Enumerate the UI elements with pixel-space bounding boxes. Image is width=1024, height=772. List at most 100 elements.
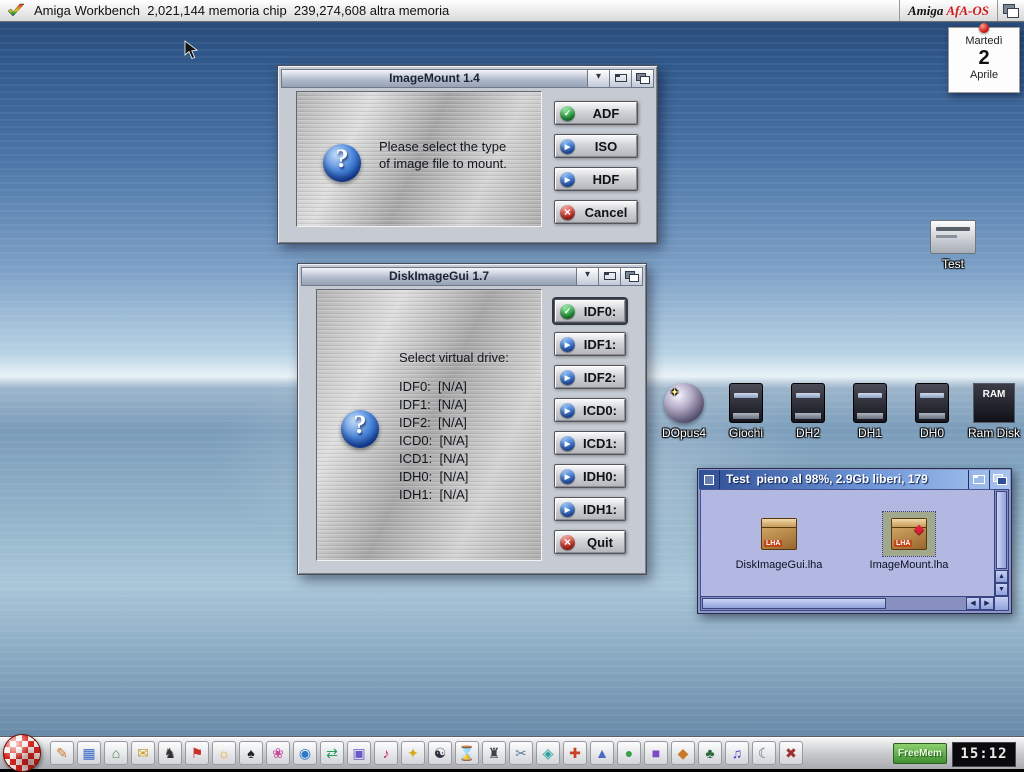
zoom-gadget-icon[interactable] bbox=[609, 70, 631, 87]
taskbar-icon[interactable]: ♣ bbox=[698, 741, 722, 765]
desktop-icon[interactable]: RAM Ram Disk bbox=[965, 383, 1023, 440]
drive-button[interactable]: IDF2: bbox=[554, 365, 626, 389]
taskbar-icon[interactable]: ▣ bbox=[347, 741, 371, 765]
desktop-icon[interactable]: Giochi bbox=[717, 383, 775, 440]
button-state-icon bbox=[560, 106, 575, 121]
drive-button[interactable]: IDH0: bbox=[554, 464, 626, 488]
scroll-left-icon[interactable]: ◀ bbox=[966, 597, 980, 610]
depth-gadget-icon[interactable] bbox=[631, 70, 653, 87]
desktop-icon-test[interactable]: Test bbox=[921, 220, 985, 271]
taskbar-icon[interactable]: ✦ bbox=[401, 741, 425, 765]
lha-badge: LHA bbox=[894, 540, 912, 547]
button-state-icon bbox=[560, 172, 575, 187]
taskbar-icon[interactable]: ✖ bbox=[779, 741, 803, 765]
taskbar-icon[interactable]: ✚ bbox=[563, 741, 587, 765]
boing-ball-icon[interactable] bbox=[3, 734, 41, 772]
scroll-up-icon[interactable]: ▲ bbox=[995, 570, 1008, 583]
button-label: IDF2: bbox=[580, 370, 620, 385]
horizontal-scrollbar[interactable]: ◀ ▶ bbox=[700, 596, 995, 611]
taskbar-icon[interactable]: ✂ bbox=[509, 741, 533, 765]
taskbar-icon[interactable]: ⚑ bbox=[185, 741, 209, 765]
vertical-scroll-thumb[interactable] bbox=[996, 491, 1007, 569]
drive-status-line: IDF2: [N/A] bbox=[399, 414, 468, 432]
taskbar-icon[interactable]: ◉ bbox=[293, 741, 317, 765]
taskbar-icon[interactable]: ⌛ bbox=[455, 741, 479, 765]
diskimagegui-titlebar[interactable]: DiskImageGui 1.7 bbox=[301, 267, 643, 286]
imagemount-button[interactable]: ADF bbox=[554, 101, 638, 125]
screen-depth-gadget-icon[interactable] bbox=[997, 0, 1024, 21]
drive-button[interactable]: IDH1: bbox=[554, 497, 626, 521]
file-icon-item[interactable]: LHA ◆ DiskImageGui.lha bbox=[731, 512, 827, 571]
scroll-down-icon[interactable]: ▼ bbox=[995, 583, 1008, 596]
scroll-right-icon[interactable]: ▶ bbox=[980, 597, 994, 610]
drive-button[interactable]: Quit bbox=[554, 530, 626, 554]
button-state-icon bbox=[560, 436, 575, 451]
taskbar-icon[interactable]: ✎ bbox=[50, 741, 74, 765]
drive-button[interactable]: ICD1: bbox=[554, 431, 626, 455]
drive-button[interactable]: IDF0: bbox=[554, 299, 626, 323]
resize-gadget[interactable] bbox=[994, 596, 1009, 611]
taskbar-icon[interactable]: ◈ bbox=[536, 741, 560, 765]
drive-button[interactable]: IDF1: bbox=[554, 332, 626, 356]
taskbar-icon[interactable]: ● bbox=[617, 741, 641, 765]
imagemount-button[interactable]: HDF bbox=[554, 167, 638, 191]
imagemount-button[interactable]: Cancel bbox=[554, 200, 638, 224]
taskbar-icon[interactable]: ■ bbox=[644, 741, 668, 765]
taskbar-icon-glyph: ✉ bbox=[137, 745, 149, 762]
ram-chip-label bbox=[916, 384, 948, 389]
zoom-gadget-icon[interactable] bbox=[598, 268, 620, 285]
test-window-titlebar[interactable]: Test pieno al 98%, 2.9Gb liberi, 179 bbox=[699, 470, 1010, 489]
drive-status-line: ICD0: [N/A] bbox=[399, 432, 468, 450]
desktop-icon[interactable]: DOpus4 bbox=[655, 383, 713, 440]
button-label: IDF0: bbox=[580, 304, 620, 319]
horizontal-scroll-thumb[interactable] bbox=[702, 598, 886, 609]
depth-gadget-icon[interactable] bbox=[989, 470, 1010, 489]
button-label: HDF bbox=[580, 172, 632, 187]
vertical-scrollbar[interactable]: ▲ ▼ bbox=[994, 489, 1009, 597]
iconify-gadget-icon[interactable] bbox=[587, 70, 609, 87]
taskbar-icon[interactable]: ♪ bbox=[374, 741, 398, 765]
taskbar-icon[interactable]: ◆ bbox=[671, 741, 695, 765]
imagemount-button[interactable]: ISO bbox=[554, 134, 638, 158]
taskbar-icon[interactable]: ♞ bbox=[158, 741, 182, 765]
file-icon-item[interactable]: LHA ◆ ImageMount.lha bbox=[861, 512, 957, 571]
taskbar-icon[interactable]: ⇄ bbox=[320, 741, 344, 765]
file-icon-box: LHA ◆ bbox=[753, 512, 805, 556]
depth-gadget-icon[interactable] bbox=[620, 268, 642, 285]
desktop-icon[interactable]: DH1 bbox=[841, 383, 899, 440]
workbench-menubar[interactable]: Amiga Workbench 2,021,144 memoria chip 2… bbox=[0, 0, 1024, 22]
button-label: ICD0: bbox=[580, 403, 620, 418]
iconify-gadget-icon[interactable] bbox=[576, 268, 598, 285]
taskbar-icon[interactable]: ♫ bbox=[725, 741, 749, 765]
volume-icon bbox=[729, 383, 763, 423]
taskbar-icon[interactable]: ♠ bbox=[239, 741, 263, 765]
taskbar-icon-glyph: ♪ bbox=[383, 745, 390, 761]
taskbar-icon[interactable]: ⌂ bbox=[104, 741, 128, 765]
taskbar-icon[interactable]: ♜ bbox=[482, 741, 506, 765]
taskbar-icon-glyph: ❀ bbox=[272, 745, 284, 762]
taskbar-icon[interactable]: ☯ bbox=[428, 741, 452, 765]
taskbar-icon[interactable]: ❀ bbox=[266, 741, 290, 765]
drive-status-line: IDH0: [N/A] bbox=[399, 468, 468, 486]
button-label: IDF1: bbox=[580, 337, 620, 352]
drive-button[interactable]: ICD0: bbox=[554, 398, 626, 422]
imagemount-titlebar[interactable]: ImageMount 1.4 bbox=[281, 69, 654, 88]
ram-chip-label bbox=[730, 384, 762, 389]
taskbar-icon[interactable]: ▦ bbox=[77, 741, 101, 765]
taskbar-icon[interactable]: ☾ bbox=[752, 741, 776, 765]
diskimagegui-buttons: IDF0: IDF1: IDF2: ICD0: ICD1: IDH0: IDH1… bbox=[554, 299, 626, 554]
drive-status-line: IDH1: [N/A] bbox=[399, 486, 468, 504]
calendar-day: 2 bbox=[949, 47, 1019, 69]
freemem-button[interactable]: FreeMem bbox=[893, 743, 947, 764]
taskbar-icon-glyph: ⌂ bbox=[112, 745, 120, 761]
taskbar-icon[interactable]: ▲ bbox=[590, 741, 614, 765]
taskbar-icon[interactable]: ☼ bbox=[212, 741, 236, 765]
taskbar-icon-glyph: ☼ bbox=[218, 745, 231, 761]
taskbar-icon[interactable]: ✉ bbox=[131, 741, 155, 765]
button-state-icon bbox=[560, 535, 575, 550]
zoom-gadget-icon[interactable] bbox=[968, 470, 989, 489]
close-gadget-icon[interactable] bbox=[699, 470, 720, 489]
desktop-icon[interactable]: DH0 bbox=[903, 383, 961, 440]
disk-drive-icon bbox=[930, 220, 976, 254]
desktop-icon[interactable]: DH2 bbox=[779, 383, 837, 440]
